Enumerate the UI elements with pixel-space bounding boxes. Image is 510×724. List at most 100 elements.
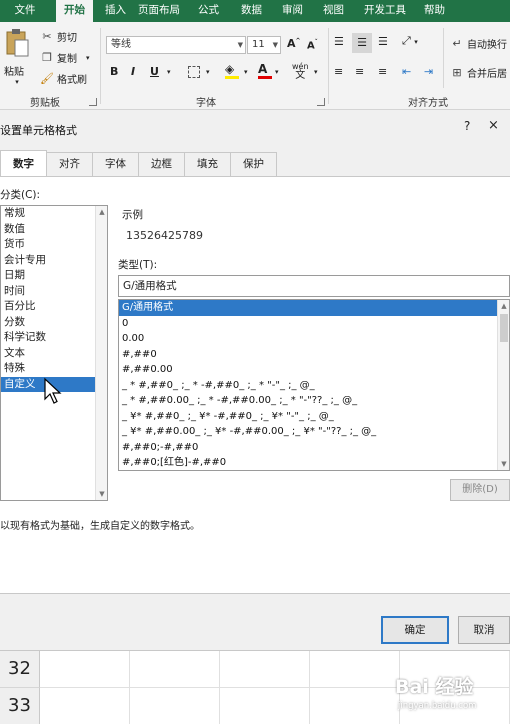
tab-view[interactable]: 视图: [313, 0, 354, 22]
chevron-down-icon[interactable]: ▾: [314, 68, 318, 76]
merge-center-button[interactable]: ⊞ 合并后居: [450, 65, 507, 81]
tab-formulas[interactable]: 公式: [186, 0, 231, 22]
increase-font-icon[interactable]: A^: [287, 37, 301, 50]
sample-value: 13526425789: [126, 229, 203, 242]
chevron-down-icon[interactable]: ▼: [498, 460, 509, 468]
chevron-down-icon[interactable]: ▼: [96, 490, 108, 498]
tab-review[interactable]: 审阅: [272, 0, 313, 22]
align-top-icon[interactable]: ☰: [334, 35, 344, 48]
underline-button[interactable]: U: [150, 65, 159, 78]
cell[interactable]: [130, 688, 220, 724]
align-middle-icon[interactable]: ☰: [352, 33, 372, 53]
cancel-button[interactable]: 取消: [458, 616, 510, 644]
tab-protection[interactable]: 保护: [230, 152, 277, 176]
chevron-up-icon[interactable]: ▲: [96, 208, 108, 216]
cell[interactable]: [40, 651, 130, 688]
align-right-icon[interactable]: ≡: [378, 65, 387, 78]
chevron-up-icon[interactable]: ▲: [498, 302, 509, 310]
tab-fill[interactable]: 填充: [184, 152, 231, 176]
help-icon[interactable]: ?: [464, 119, 470, 133]
italic-button[interactable]: I: [131, 65, 135, 78]
list-item[interactable]: 会计专用: [1, 253, 107, 269]
list-item[interactable]: #,##0;[红色]-#,##0: [119, 455, 509, 470]
chevron-down-icon[interactable]: ▾: [206, 68, 210, 76]
increase-indent-icon[interactable]: ⇥: [424, 65, 433, 78]
cell[interactable]: [310, 651, 400, 688]
watermark-url: jingyan.baidu.com: [398, 701, 477, 711]
align-center-icon[interactable]: ≡: [355, 65, 364, 78]
tab-border[interactable]: 边框: [138, 152, 185, 176]
list-item[interactable]: 常规: [1, 206, 107, 222]
fill-color-icon[interactable]: ◈: [225, 62, 239, 79]
phonetic-icon[interactable]: wén 文: [292, 62, 309, 81]
row-header[interactable]: 32: [0, 651, 40, 688]
format-scrollbar[interactable]: ▲ ▼: [497, 300, 509, 470]
orientation-icon[interactable]: ⤢ ▾: [402, 34, 418, 48]
paste-button[interactable]: 粘贴 ▾: [4, 28, 34, 88]
category-scrollbar[interactable]: ▲ ▼: [95, 206, 107, 500]
list-item[interactable]: 货币: [1, 237, 107, 253]
cell[interactable]: [130, 651, 220, 688]
list-item[interactable]: 0: [119, 316, 509, 332]
list-item[interactable]: 0.00: [119, 331, 509, 347]
tab-developer[interactable]: 开发工具: [354, 0, 416, 22]
category-list[interactable]: 常规 数值 货币 会计专用 日期 时间 百分比 分数 科学记数 文本 特殊 自定…: [0, 205, 108, 501]
list-item[interactable]: _ * #,##0.00_ ;_ * -#,##0.00_ ;_ * "-"??…: [119, 393, 509, 409]
list-item[interactable]: _ ¥* #,##0.00_ ;_ ¥* -#,##0.00_ ;_ ¥* "-…: [119, 424, 509, 440]
list-item[interactable]: 时间: [1, 284, 107, 300]
list-item[interactable]: _ ¥* #,##0_ ;_ ¥* -#,##0_ ;_ ¥* "-"_ ;_ …: [119, 409, 509, 425]
align-left-icon[interactable]: ≡: [334, 65, 343, 78]
list-item[interactable]: _ * #,##0_ ;_ * -#,##0_ ;_ * "-"_ ;_ @_: [119, 378, 509, 394]
tab-page-layout[interactable]: 页面布局: [132, 0, 186, 22]
ok-button[interactable]: 确定: [381, 616, 449, 644]
delete-button[interactable]: 删除(D): [450, 479, 510, 501]
list-item[interactable]: 数值: [1, 222, 107, 238]
wrap-text-button[interactable]: ↵ 自动换行: [450, 36, 507, 52]
list-item[interactable]: 日期: [1, 268, 107, 284]
tab-data[interactable]: 数据: [231, 0, 272, 22]
cell[interactable]: [220, 651, 310, 688]
align-bottom-icon[interactable]: ☰: [378, 35, 388, 48]
tab-number[interactable]: 数字: [0, 150, 47, 176]
list-item[interactable]: #,##0;-#,##0: [119, 440, 509, 456]
tab-help[interactable]: 帮助: [416, 0, 453, 22]
font-name-select[interactable]: 等线 ▼: [106, 36, 246, 54]
list-item[interactable]: 科学记数: [1, 330, 107, 346]
list-item-selected[interactable]: G/通用格式: [119, 300, 497, 316]
tab-insert[interactable]: 插入: [99, 0, 132, 22]
list-item[interactable]: #,##0.00: [119, 362, 509, 378]
chevron-down-icon[interactable]: ▾: [244, 68, 248, 76]
list-item[interactable]: #,##0: [119, 347, 509, 363]
chevron-down-icon[interactable]: ▾: [167, 68, 171, 76]
font-color-icon[interactable]: A: [258, 62, 272, 79]
clipboard-launcher-icon[interactable]: [89, 98, 97, 106]
scrollbar-thumb[interactable]: [500, 314, 508, 342]
list-item[interactable]: 文本: [1, 346, 107, 362]
tab-file[interactable]: 文件: [0, 0, 50, 22]
tab-home[interactable]: 开始: [56, 0, 93, 22]
cut-button[interactable]: ✂ 剪切: [40, 29, 77, 45]
scissors-icon: ✂: [42, 29, 52, 43]
cell[interactable]: [40, 688, 130, 724]
list-item[interactable]: 百分比: [1, 299, 107, 315]
format-painter-button[interactable]: 🖌 格式刷: [40, 71, 87, 87]
bold-button[interactable]: B: [110, 65, 118, 78]
list-item[interactable]: 分数: [1, 315, 107, 331]
cell[interactable]: [310, 688, 400, 724]
chevron-down-icon[interactable]: ▾: [275, 68, 279, 76]
tab-font[interactable]: 字体: [92, 152, 139, 176]
font-launcher-icon[interactable]: [317, 98, 325, 106]
sample-label: 示例: [122, 209, 143, 221]
copy-button[interactable]: ❐ 复制 ▾: [40, 50, 89, 66]
row-header[interactable]: 33: [0, 688, 40, 724]
font-size-select[interactable]: 11 ▼: [247, 36, 281, 54]
list-item[interactable]: 特殊: [1, 361, 107, 377]
cell[interactable]: [220, 688, 310, 724]
close-icon[interactable]: ×: [488, 118, 499, 133]
tab-alignment[interactable]: 对齐: [46, 152, 93, 176]
decrease-font-icon[interactable]: Aˇ: [307, 39, 318, 51]
decrease-indent-icon[interactable]: ⇤: [402, 65, 411, 78]
type-input[interactable]: G/通用格式: [118, 275, 510, 297]
format-list[interactable]: G/通用格式 0 0.00 #,##0 #,##0.00 _ * #,##0_ …: [118, 299, 510, 471]
borders-icon[interactable]: [188, 66, 200, 78]
